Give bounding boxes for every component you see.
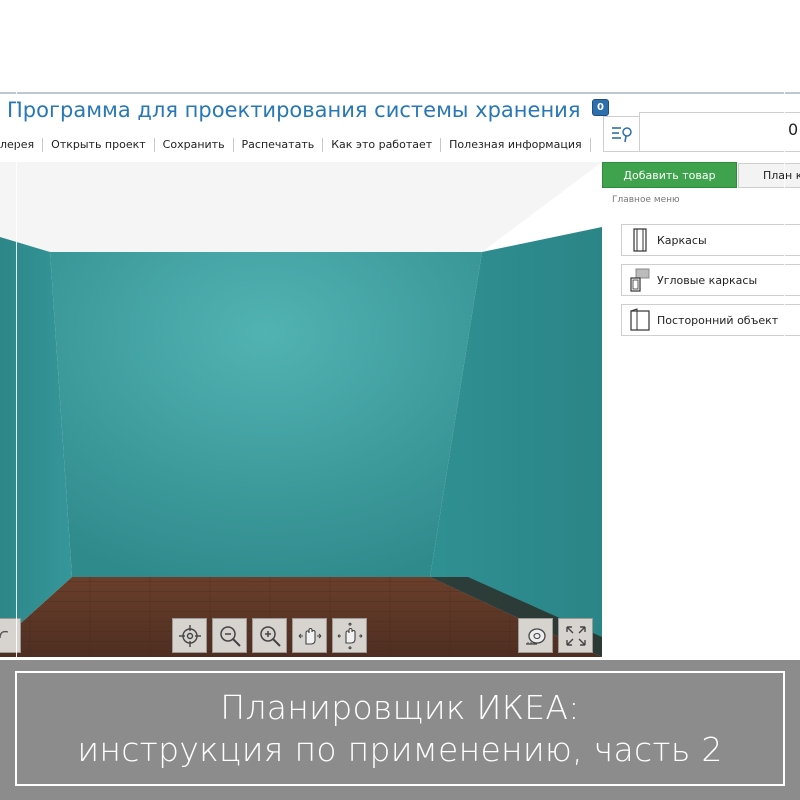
guide-line-left <box>16 92 17 660</box>
tab-plan[interactable]: План к <box>738 163 800 188</box>
category-label: Каркасы <box>657 233 707 247</box>
fullscreen-button[interactable] <box>558 618 593 653</box>
app-title: Программа для проектирования системы хра… <box>7 98 581 122</box>
menu-save[interactable]: Сохранить <box>155 138 234 152</box>
hand-pan-icon <box>298 627 321 645</box>
zoom-in-icon <box>259 625 281 647</box>
menu-print[interactable]: Распечатать <box>234 138 324 152</box>
view-controls <box>172 618 367 653</box>
menu-how-it-works[interactable]: Как это работает <box>323 138 442 152</box>
menu-useful-info[interactable]: Полезная информация <box>441 138 591 152</box>
measure-tape-button[interactable] <box>518 618 553 653</box>
rotate-button[interactable] <box>332 618 367 653</box>
undo-button[interactable] <box>0 618 21 653</box>
pan-button[interactable] <box>292 618 327 653</box>
guide-line-right <box>784 92 785 660</box>
room-render <box>0 162 602 657</box>
menu-open-project[interactable]: Открыть проект <box>43 138 155 152</box>
center-view-button[interactable] <box>172 618 207 653</box>
expand-icon <box>565 625 586 646</box>
frame-icon <box>627 226 653 254</box>
main-menu: лерея Открыть проект Сохранить Распечата… <box>0 136 591 154</box>
caption-box: Планировщик ИКЕА: инструкция по применен… <box>14 670 786 787</box>
app-screenshot: Программа для проектирования системы хра… <box>0 92 800 660</box>
zoom-out-button[interactable] <box>212 618 247 653</box>
hand-rotate-icon <box>337 622 362 649</box>
menu-gallery[interactable]: лерея <box>0 138 44 152</box>
category-corner-frames[interactable]: Угловые каркасы <box>621 264 800 296</box>
foreign-object-icon <box>627 306 653 334</box>
room-3d-view[interactable] <box>0 162 602 657</box>
section-label: Главное меню <box>612 195 680 205</box>
cart-summary-box <box>639 112 800 152</box>
tape-measure-icon <box>525 627 546 645</box>
list-search-icon <box>611 127 632 143</box>
category-foreign-object[interactable]: Посторонний объект <box>621 304 800 336</box>
zoom-out-icon <box>219 625 241 647</box>
category-label: Угловые каркасы <box>657 273 758 287</box>
top-band <box>0 0 800 92</box>
caption-subtitle: инструкция по применению, часть 2 <box>77 729 723 769</box>
notification-badge: 0 <box>592 99 609 116</box>
caption-title: Планировщик ИКЕА: <box>220 687 580 727</box>
zoom-in-button[interactable] <box>252 618 287 653</box>
tab-add-product[interactable]: Добавить товар <box>602 162 737 188</box>
category-label: Посторонний объект <box>657 313 779 327</box>
list-search-button[interactable] <box>603 116 639 152</box>
corner-frame-icon <box>627 266 653 294</box>
cart-count: 0 <box>788 120 799 139</box>
undo-icon <box>0 630 8 638</box>
target-icon <box>178 624 201 647</box>
category-frames[interactable]: Каркасы <box>621 224 800 256</box>
top-border <box>0 92 800 94</box>
